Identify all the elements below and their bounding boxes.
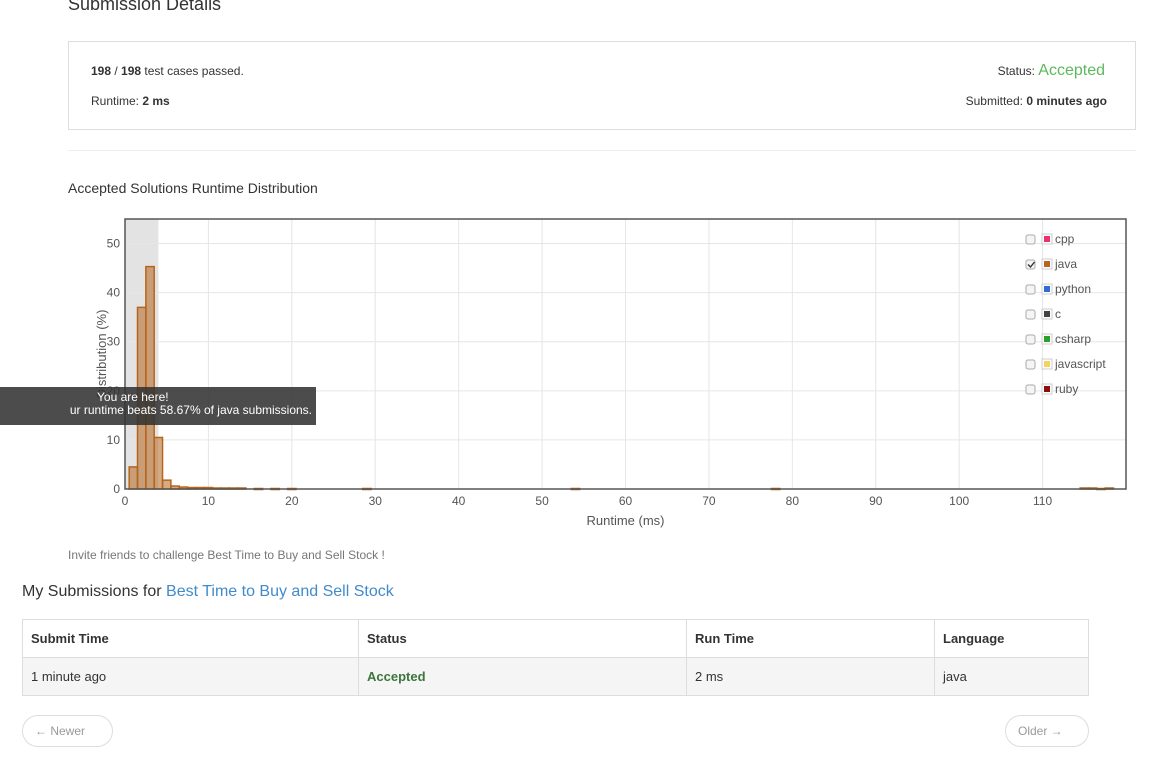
legend-checkbox[interactable] xyxy=(1025,359,1036,370)
histogram-bar xyxy=(128,466,139,490)
submitted-value: 0 minutes ago xyxy=(1026,94,1107,108)
legend-label[interactable]: javascript xyxy=(1054,357,1106,371)
x-tick-label: 100 xyxy=(949,494,969,508)
submitted-info: Submitted: 0 minutes ago xyxy=(966,94,1107,108)
x-tick-label: 110 xyxy=(1033,494,1052,508)
y-tick-label: 40 xyxy=(107,286,121,300)
runtime-info: Runtime: 2 ms xyxy=(91,94,170,108)
status-cell[interactable]: Accepted xyxy=(358,657,687,696)
passed-suffix: test cases passed. xyxy=(141,64,244,78)
histogram-bar xyxy=(145,265,155,490)
my-submissions-heading: My Submissions for Best Time to Buy and … xyxy=(22,583,394,601)
test-cases-passed: 198 / 198 test cases passed. xyxy=(91,64,244,78)
legend-checkbox[interactable] xyxy=(1025,309,1036,320)
status-label: Status: xyxy=(997,64,1039,78)
legend-swatch xyxy=(1044,311,1050,317)
x-tick-label: 70 xyxy=(702,494,716,508)
legend-checkbox[interactable] xyxy=(1025,334,1036,345)
legend-checkbox[interactable] xyxy=(1025,234,1036,245)
runtime-distribution-chart: 010203040500102030405060708090100110Runt… xyxy=(94,218,1127,528)
legend-swatch xyxy=(1044,361,1050,367)
my-submissions-prefix: My Submissions for xyxy=(22,583,167,600)
legend-label[interactable]: cpp xyxy=(1055,232,1075,246)
column-header: Submit Time xyxy=(22,619,359,658)
runtime-label: Runtime: xyxy=(91,94,143,108)
x-tick-label: 90 xyxy=(869,494,883,508)
column-header: Status xyxy=(358,619,687,658)
legend-swatch xyxy=(1044,336,1050,342)
x-tick-label: 10 xyxy=(202,494,216,508)
language-cell: java xyxy=(934,657,1089,696)
run-time-cell: 2 ms xyxy=(686,657,935,696)
legend-swatch xyxy=(1044,386,1050,392)
older-button[interactable]: Older → xyxy=(1005,715,1089,747)
total-count: 198 xyxy=(121,64,142,78)
histogram-bar xyxy=(161,479,172,490)
legend-swatch xyxy=(1044,261,1050,267)
tooltip-text: ur runtime beats 58.67% of java submissi… xyxy=(69,403,312,417)
submit-time-cell: 1 minute ago xyxy=(22,657,359,696)
x-tick-label: 0 xyxy=(122,494,129,508)
legend-label[interactable]: ruby xyxy=(1055,382,1078,396)
page-title: Submission Details xyxy=(68,0,222,14)
x-tick-label: 50 xyxy=(535,494,549,508)
invite-text: Invite friends to challenge Best Time to… xyxy=(68,548,385,562)
passed-count: 198 xyxy=(91,64,112,78)
legend-checkbox[interactable] xyxy=(1025,384,1036,395)
x-tick-label: 80 xyxy=(786,494,800,508)
column-header: Language xyxy=(934,619,1089,658)
status-info: Status: Accepted xyxy=(998,62,1105,80)
chart-title: Accepted Solutions Runtime Distribution xyxy=(68,180,318,196)
histogram-bar xyxy=(153,436,164,490)
problem-link[interactable]: Best Time to Buy and Sell Stock xyxy=(166,583,394,600)
legend-label[interactable]: c xyxy=(1055,307,1061,321)
y-tick-label: 0 xyxy=(113,482,120,496)
legend-swatch xyxy=(1044,236,1050,242)
y-tick-label: 10 xyxy=(107,433,121,447)
x-tick-label: 60 xyxy=(619,494,633,508)
legend-label[interactable]: csharp xyxy=(1055,332,1091,346)
runtime-value: 2 ms xyxy=(142,94,170,108)
table-row: 1 minute ago Accepted 2 ms java xyxy=(22,657,1089,696)
legend-swatch xyxy=(1044,286,1050,292)
submitted-label: Submitted: xyxy=(965,94,1027,108)
newer-button[interactable]: ← Newer xyxy=(22,715,113,747)
divider xyxy=(68,150,1136,151)
submissions-table: Submit Time Status Run Time Language 1 m… xyxy=(22,619,1089,696)
submission-summary: 198 / 198 test cases passed. Runtime: 2 … xyxy=(68,41,1136,130)
y-axis-label: Distribution (%) xyxy=(94,310,109,399)
legend-label[interactable]: python xyxy=(1055,282,1091,296)
you-are-here-tooltip: You are here! ur runtime beats 58.67% of… xyxy=(0,387,316,425)
table-header-row: Submit Time Status Run Time Language xyxy=(22,619,1089,658)
legend-checkbox[interactable] xyxy=(1025,284,1036,295)
x-tick-label: 40 xyxy=(452,494,466,508)
x-tick-label: 20 xyxy=(285,494,299,508)
legend-label[interactable]: java xyxy=(1054,257,1077,271)
column-header: Run Time xyxy=(686,619,935,658)
status-badge: Accepted xyxy=(1038,62,1105,79)
x-axis-label: Runtime (ms) xyxy=(586,513,664,528)
y-tick-label: 50 xyxy=(107,237,121,251)
x-tick-label: 30 xyxy=(369,494,383,508)
